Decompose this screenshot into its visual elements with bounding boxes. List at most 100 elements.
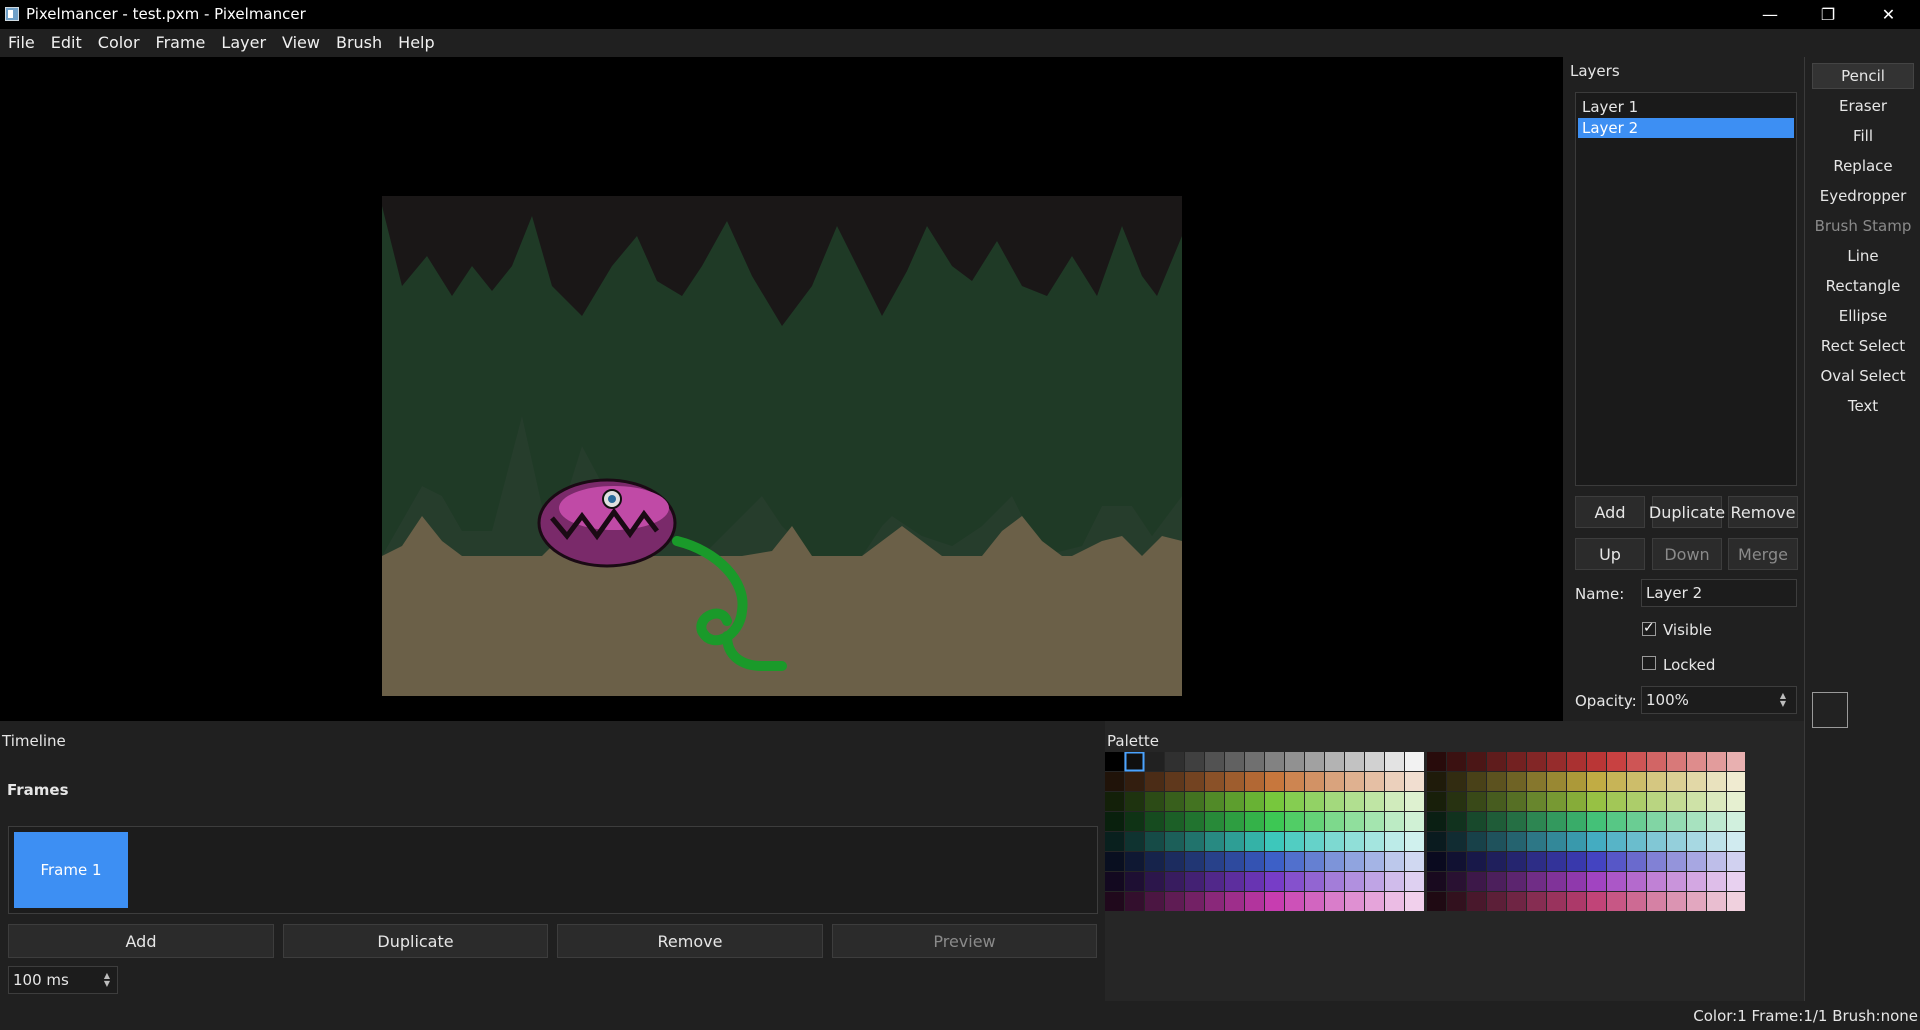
palette-swatch[interactable]	[1547, 852, 1566, 871]
palette-swatch[interactable]	[1305, 872, 1324, 891]
current-color-swatch[interactable]	[1812, 692, 1848, 728]
palette-swatch[interactable]	[1567, 832, 1586, 851]
palette-swatch[interactable]	[1285, 812, 1304, 831]
frame-thumbnail-selected[interactable]: Frame 1	[14, 832, 128, 908]
palette-swatch[interactable]	[1145, 812, 1164, 831]
palette-swatch[interactable]	[1707, 872, 1726, 891]
palette-swatch[interactable]	[1707, 772, 1726, 791]
palette-swatch[interactable]	[1487, 812, 1506, 831]
palette-swatch[interactable]	[1587, 872, 1606, 891]
palette-swatch[interactable]	[1385, 772, 1404, 791]
palette-swatch[interactable]	[1345, 892, 1364, 911]
palette-swatch[interactable]	[1365, 752, 1384, 771]
palette-swatch[interactable]	[1667, 752, 1686, 771]
palette-swatch[interactable]	[1607, 772, 1626, 791]
palette-swatch[interactable]	[1325, 752, 1344, 771]
palette-swatch[interactable]	[1707, 792, 1726, 811]
palette-swatch[interactable]	[1567, 752, 1586, 771]
layer-row-selected[interactable]: Layer 2	[1578, 118, 1794, 138]
palette-swatch[interactable]	[1225, 852, 1244, 871]
palette-swatch[interactable]	[1527, 872, 1546, 891]
palette-swatch[interactable]	[1647, 892, 1666, 911]
palette-swatch[interactable]	[1205, 832, 1224, 851]
remove-frame-button[interactable]: Remove	[557, 924, 823, 958]
opacity-input[interactable]: 100%	[1641, 686, 1797, 714]
visible-checkbox[interactable]	[1642, 620, 1656, 636]
palette-swatch[interactable]	[1467, 872, 1486, 891]
palette-swatch[interactable]	[1547, 772, 1566, 791]
canvas-viewport[interactable]	[0, 57, 1563, 721]
palette-swatch[interactable]	[1185, 792, 1204, 811]
palette-swatch[interactable]	[1647, 752, 1666, 771]
palette-swatch[interactable]	[1627, 872, 1646, 891]
palette-swatch[interactable]	[1547, 872, 1566, 891]
palette-swatch[interactable]	[1405, 832, 1424, 851]
palette-swatch[interactable]	[1627, 792, 1646, 811]
palette-swatch[interactable]	[1145, 832, 1164, 851]
palette-swatch[interactable]	[1145, 772, 1164, 791]
palette-swatch[interactable]	[1547, 832, 1566, 851]
palette-swatch[interactable]	[1385, 812, 1404, 831]
palette-swatch[interactable]	[1447, 812, 1466, 831]
layers-list[interactable]: Layer 1 Layer 2	[1575, 92, 1797, 486]
palette-swatch[interactable]	[1727, 872, 1745, 891]
preview-button[interactable]: Preview	[832, 924, 1097, 958]
palette-swatch[interactable]	[1325, 832, 1344, 851]
palette-swatch[interactable]	[1285, 752, 1304, 771]
palette-swatch[interactable]	[1285, 832, 1304, 851]
palette-swatch[interactable]	[1165, 772, 1184, 791]
palette-swatch[interactable]	[1105, 852, 1124, 871]
palette-swatch[interactable]	[1587, 812, 1606, 831]
palette-swatch[interactable]	[1467, 812, 1486, 831]
palette-swatch[interactable]	[1225, 892, 1244, 911]
palette-swatch[interactable]	[1125, 872, 1144, 891]
palette-swatch[interactable]	[1345, 872, 1364, 891]
palette-swatch[interactable]	[1225, 872, 1244, 891]
palette-swatch[interactable]	[1365, 892, 1384, 911]
palette-swatch[interactable]	[1405, 852, 1424, 871]
palette-swatch[interactable]	[1305, 892, 1324, 911]
palette-swatch[interactable]	[1607, 832, 1626, 851]
palette-swatch[interactable]	[1627, 752, 1646, 771]
move-layer-down-button[interactable]: Down	[1652, 538, 1722, 570]
minimize-icon[interactable]: —	[1741, 0, 1799, 29]
tool-replace[interactable]: Replace	[1812, 153, 1914, 179]
palette-swatch[interactable]	[1687, 852, 1706, 871]
tool-oval-select[interactable]: Oval Select	[1812, 363, 1914, 389]
palette-swatch[interactable]	[1225, 772, 1244, 791]
layer-name-input[interactable]: Layer 2	[1641, 579, 1797, 607]
palette-swatch[interactable]	[1405, 892, 1424, 911]
palette-swatch[interactable]	[1467, 752, 1486, 771]
palette-swatch[interactable]	[1707, 892, 1726, 911]
merge-layer-button[interactable]: Merge	[1728, 538, 1798, 570]
palette-swatch[interactable]	[1385, 792, 1404, 811]
palette-swatch[interactable]	[1305, 792, 1324, 811]
palette-swatch[interactable]	[1507, 872, 1526, 891]
palette-swatch[interactable]	[1245, 792, 1264, 811]
palette-swatch[interactable]	[1527, 772, 1546, 791]
palette-swatch[interactable]	[1145, 792, 1164, 811]
tool-rectangle[interactable]: Rectangle	[1812, 273, 1914, 299]
palette-swatch[interactable]	[1205, 892, 1224, 911]
palette-swatch[interactable]	[1185, 892, 1204, 911]
palette-swatch[interactable]	[1205, 752, 1224, 771]
palette-swatch[interactable]	[1305, 852, 1324, 871]
palette-swatch[interactable]	[1547, 892, 1566, 911]
palette-swatch[interactable]	[1607, 852, 1626, 871]
palette-swatch[interactable]	[1587, 772, 1606, 791]
palette-swatch[interactable]	[1125, 812, 1144, 831]
palette-swatch[interactable]	[1727, 752, 1745, 771]
palette-swatch[interactable]	[1687, 792, 1706, 811]
palette-swatch[interactable]	[1647, 792, 1666, 811]
palette-swatch[interactable]	[1325, 852, 1344, 871]
palette-swatch[interactable]	[1105, 752, 1124, 771]
palette-swatch[interactable]	[1727, 852, 1745, 871]
close-icon[interactable]: ✕	[1857, 0, 1920, 29]
palette-swatch[interactable]	[1145, 852, 1164, 871]
palette-swatch[interactable]	[1265, 852, 1284, 871]
palette-swatch[interactable]	[1527, 752, 1546, 771]
maximize-icon[interactable]: ❐	[1799, 0, 1857, 29]
palette-swatch[interactable]	[1325, 892, 1344, 911]
palette-swatch[interactable]	[1547, 752, 1566, 771]
tool-line[interactable]: Line	[1812, 243, 1914, 269]
